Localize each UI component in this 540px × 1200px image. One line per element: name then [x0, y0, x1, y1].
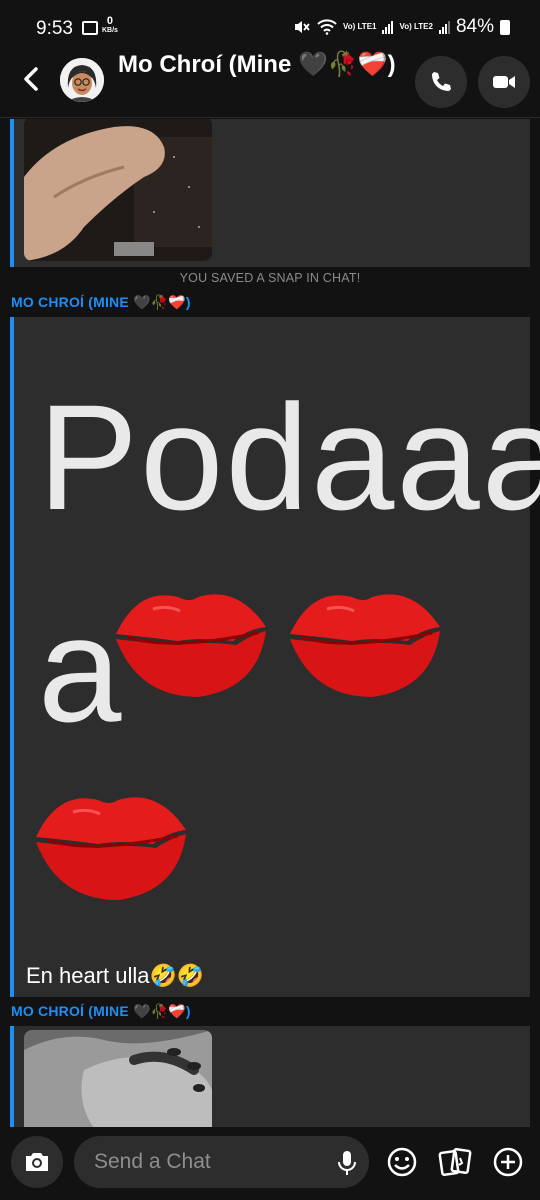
contact-name[interactable]: Mo Chroí (Mine 🖤🥀❤️‍🩹)	[118, 50, 408, 80]
status-time: 9:53	[36, 18, 73, 39]
sender-bar	[10, 1026, 14, 1127]
saved-snap-note: YOU SAVED A SNAP IN CHAT!	[179, 271, 361, 285]
signal-1-icon	[382, 20, 394, 34]
chat-area[interactable]: YOU SAVED A SNAP IN CHAT! MO CHROÍ (MINE…	[0, 119, 540, 1127]
video-call-button[interactable]	[478, 56, 530, 108]
sender-label: MO CHROÍ (MINE 🖤🥀❤️‍🩹)	[11, 294, 191, 310]
status-icons: Vo) LTE1 Vo) LTE2 84%	[293, 16, 510, 38]
snap-image[interactable]	[24, 1030, 212, 1127]
video-icon	[493, 76, 515, 88]
snap-image[interactable]	[24, 119, 212, 261]
snap-message[interactable]	[10, 1026, 530, 1127]
status-bar: 9:53 0 KB/s Vo) LTE1 Vo) LTE2 84%	[0, 0, 540, 50]
sender-label: MO CHROÍ (MINE 🖤🥀❤️‍🩹)	[11, 1003, 191, 1019]
message-text-line-1: Podaaa	[38, 373, 540, 541]
wifi-icon	[317, 19, 337, 35]
avatar[interactable]	[60, 58, 104, 102]
sim1-label: Vo) LTE1	[343, 22, 377, 31]
network-speed: 0 KB/s	[102, 15, 118, 35]
mute-icon	[295, 21, 310, 33]
signal-2-icon	[438, 20, 450, 34]
text-message[interactable]: Podaaa a En heart ulla🤣🤣	[10, 317, 540, 997]
sender-bar	[10, 317, 14, 997]
call-button[interactable]	[415, 56, 467, 108]
sim2-label: Vo) LTE2	[399, 22, 433, 31]
emoji-icon[interactable]	[386, 1146, 418, 1178]
plus-icon[interactable]	[492, 1146, 524, 1178]
cards-icon[interactable]	[438, 1146, 472, 1178]
battery-percent: 84%	[455, 16, 494, 37]
microphone-icon[interactable]	[336, 1149, 358, 1177]
kiss-emoji-icon	[290, 594, 440, 697]
snap-message[interactable]	[10, 119, 530, 267]
sender-bar	[10, 119, 14, 267]
composer-bar	[0, 1127, 540, 1200]
camera-icon	[26, 1153, 48, 1171]
chat-input[interactable]	[74, 1136, 369, 1188]
message-caption: En heart ulla🤣🤣	[26, 963, 205, 988]
back-arrow-icon[interactable]	[18, 64, 46, 94]
gallery-notification-icon	[82, 21, 98, 35]
kiss-emoji-icon	[36, 797, 186, 900]
battery-icon	[500, 19, 510, 35]
chat-header: Mo Chroí (Mine 🖤🥀❤️‍🩹)	[0, 50, 540, 118]
kiss-emoji-icon	[116, 594, 266, 697]
camera-button[interactable]	[11, 1136, 63, 1188]
phone-icon	[432, 72, 451, 91]
